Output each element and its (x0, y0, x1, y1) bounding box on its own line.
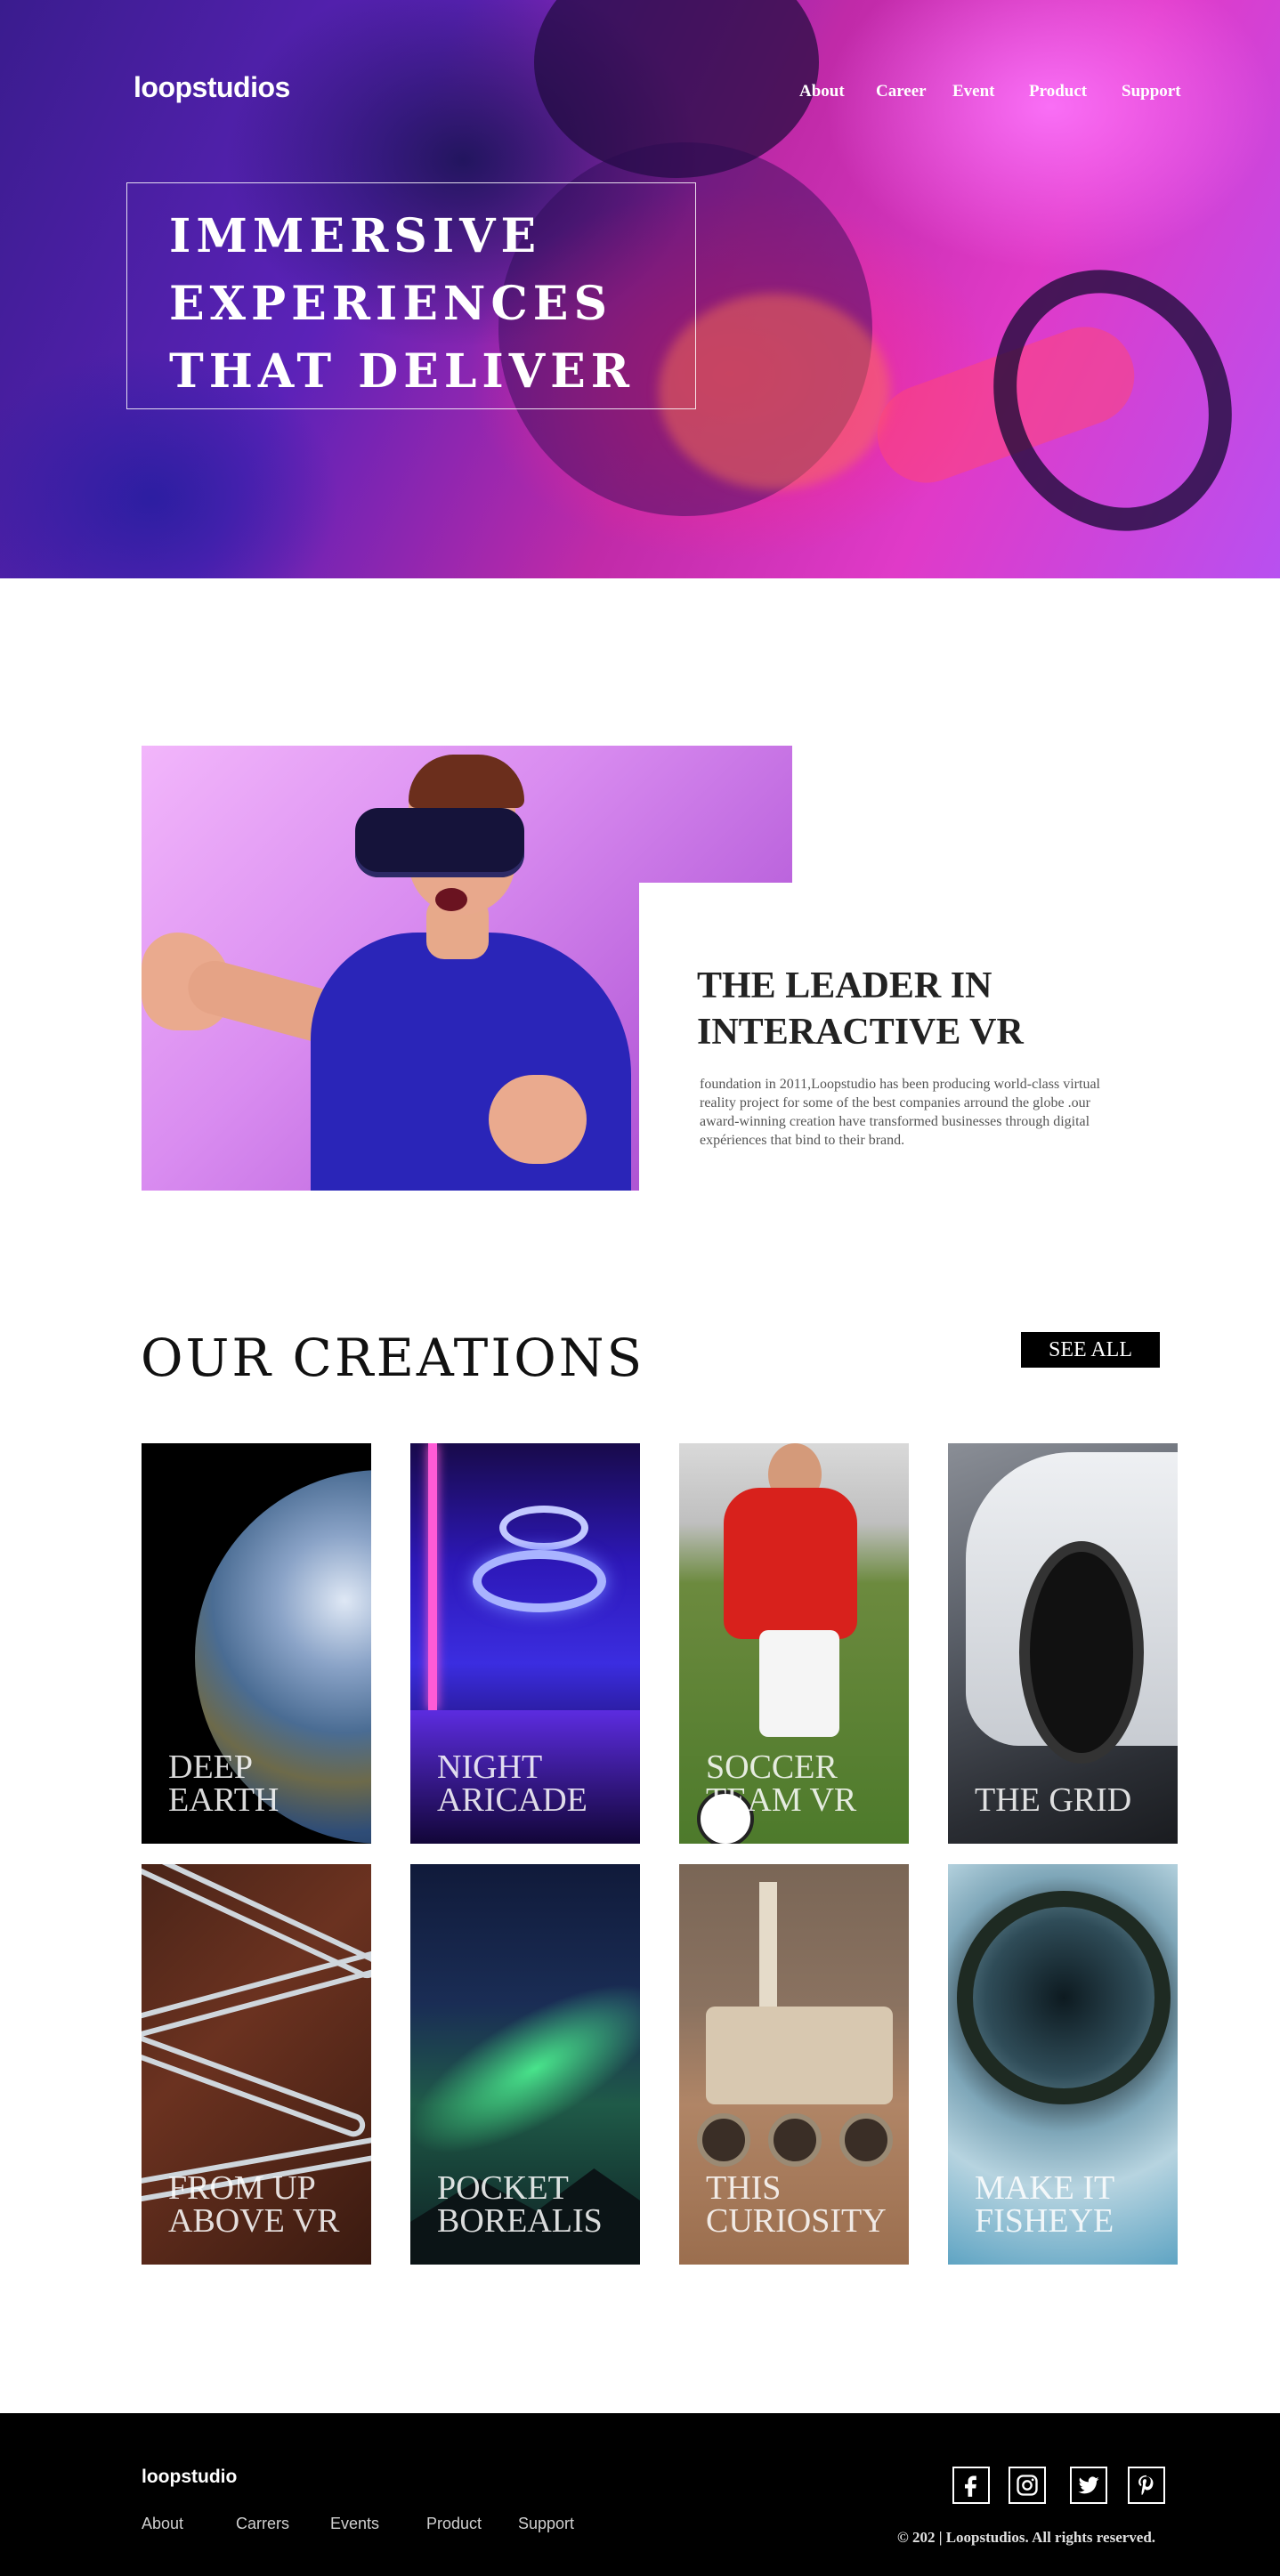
creation-card-label: DEEP EARTH (168, 1748, 279, 1819)
copyright-text: © 202 | Loopstudios. All rights reserved… (897, 2529, 1156, 2546)
fisheye-image (957, 1891, 1171, 2104)
image-detail (724, 1488, 857, 1639)
hero-section: loopstudios About Career Event Product S… (0, 0, 1280, 578)
twitter-icon-glyph (1078, 2476, 1099, 2494)
about-description: foundation in 2011,Loopstudio has been p… (700, 1077, 1100, 1148)
creation-card-label: NIGHT ARICADE (437, 1748, 587, 1819)
main-nav: About Career Event Product Support (0, 82, 1280, 109)
creation-card-label: POCKET BOREALIS (437, 2169, 603, 2240)
twitter-icon[interactable] (1070, 2467, 1107, 2504)
image-detail (499, 1506, 588, 1550)
creation-card-label: THIS CURIOSITY (706, 2169, 887, 2240)
image-detail (759, 1630, 839, 1737)
image-detail (759, 1882, 777, 2015)
site-footer: loopstudio About Carrers Events Product … (0, 2413, 1280, 2576)
image-detail (839, 2113, 893, 2167)
vr-man-image (142, 746, 792, 1191)
creation-card-label: MAKE IT FISHEYE (975, 2169, 1114, 2240)
hero-title-line: EXPERIENCES (169, 277, 612, 331)
nav-link-support[interactable]: Support (1122, 82, 1181, 101)
vr-headset-shape (355, 808, 524, 877)
steering-wheel-shape (951, 230, 1275, 570)
pinterest-icon-glyph (1138, 2475, 1154, 2496)
pinterest-icon[interactable] (1128, 2467, 1165, 2504)
footer-link-support[interactable]: Support (518, 2515, 574, 2533)
creation-card-label: THE GRID (975, 1781, 1132, 1819)
footer-link-about[interactable]: About (142, 2515, 183, 2533)
rover-image (706, 2007, 893, 2104)
hero-title: IMMERSIVE EXPERIENCES THAT DELIVER (169, 203, 668, 406)
creation-card-from-up-above-vr[interactable]: FROM UP ABOVE VR (142, 1864, 371, 2265)
image-detail (409, 755, 524, 808)
nav-link-product[interactable]: Product (1029, 82, 1087, 101)
image-detail (489, 1075, 587, 1164)
image-detail (142, 2021, 369, 2140)
aurora-image (410, 1951, 640, 2186)
image-detail (473, 1550, 606, 1612)
creation-card-pocket-borealis[interactable]: POCKET BOREALIS (410, 1864, 640, 2265)
see-all-button[interactable]: SEE ALL (1021, 1332, 1160, 1368)
nav-link-about[interactable]: About (799, 82, 845, 101)
footer-link-events[interactable]: Events (330, 2515, 379, 2533)
instagram-icon[interactable] (1009, 2467, 1046, 2504)
facebook-icon[interactable] (952, 2467, 990, 2504)
creation-card-night-aricade[interactable]: NIGHT ARICADE (410, 1443, 640, 1844)
creation-card-the-grid[interactable]: THE GRID (948, 1443, 1178, 1844)
creation-card-label: FROM UP ABOVE VR (168, 2169, 340, 2240)
creation-card-make-it-fisheye[interactable]: MAKE IT FISHEYE (948, 1864, 1178, 2265)
image-detail (768, 2113, 822, 2167)
facebook-icon-glyph (965, 2475, 976, 2497)
image-detail (697, 2113, 750, 2167)
creation-card-this-curiosity[interactable]: THIS CURIOSITY (679, 1864, 909, 2265)
footer-logo[interactable]: loopstudio (142, 2467, 237, 2488)
footer-link-product[interactable]: Product (426, 2515, 482, 2533)
nav-link-event[interactable]: Event (952, 82, 995, 101)
creations-title: OUR CREATIONS (141, 1328, 645, 1388)
creation-card-deep-earth[interactable]: DEEP EARTH (142, 1443, 371, 1844)
creation-card-label: SOCCER TEAM VR (706, 1748, 857, 1819)
image-detail (428, 1443, 437, 1710)
image-detail (1019, 1541, 1144, 1764)
image-detail (435, 888, 467, 911)
hero-title-line: IMMERSIVE (169, 209, 542, 263)
creation-card-soccer-team-vr[interactable]: SOCCER TEAM VR (679, 1443, 909, 1844)
footer-link-carrers[interactable]: Carrers (236, 2515, 289, 2533)
instagram-icon-glyph (1017, 2475, 1038, 2496)
image-detail (311, 933, 631, 1191)
hero-title-line: THAT DELIVER (169, 344, 635, 399)
nav-link-career[interactable]: Career (876, 82, 927, 101)
about-title: THE LEADER IN INTERACTIVE VR (697, 965, 1024, 1053)
